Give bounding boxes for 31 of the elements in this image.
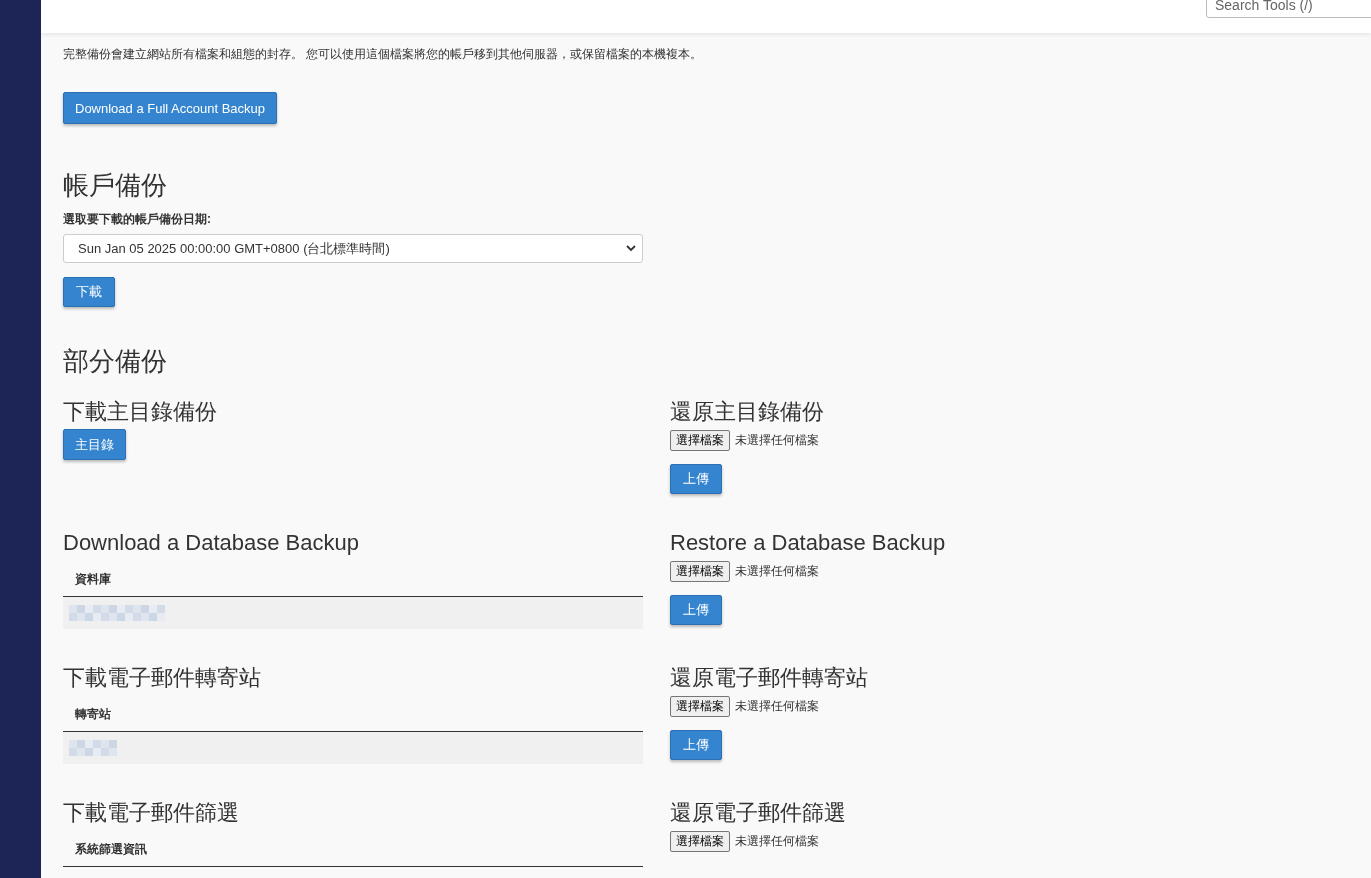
upload-button[interactable]: 上傳	[670, 464, 722, 494]
upload-button[interactable]: 上傳	[670, 730, 722, 760]
section-heading: 帳戶備份	[63, 169, 168, 201]
section-heading: 下載電子郵件篩選	[63, 799, 239, 827]
section-heading: 部分備份	[63, 345, 168, 377]
upload-button[interactable]: 上傳	[670, 595, 722, 625]
date-select[interactable]: Sun Jan 05 2025 00:00:00 GMT+0800 (台北標準時間)	[63, 234, 643, 263]
choose-file-button[interactable]: 選擇檔案	[670, 430, 730, 451]
field-label: 選取要下載的帳戶備份日期:	[63, 211, 212, 228]
download-button[interactable]: 下載	[63, 277, 115, 307]
no-file-text: 未選擇任何檔案	[735, 833, 819, 850]
column-header: 系統篩選資訊	[63, 830, 643, 867]
chevron-down-icon	[626, 245, 636, 252]
section-heading: 還原電子郵件篩選	[670, 799, 846, 827]
no-file-text: 未選擇任何檔案	[735, 563, 819, 580]
section-heading: 還原電子郵件轉寄站	[670, 664, 868, 692]
search-field[interactable]: Search Tools (/)	[1206, 0, 1371, 18]
section-heading: 下載電子郵件轉寄站	[63, 664, 261, 692]
section-heading: 還原主目錄備份	[670, 398, 824, 426]
section-heading: 下載主目錄備份	[63, 398, 217, 426]
no-file-text: 未選擇任何檔案	[735, 432, 819, 449]
choose-file-button[interactable]: 選擇檔案	[670, 561, 730, 582]
section-heading: Download a Database Backup	[63, 529, 359, 557]
full-backup-button[interactable]: Download a Full Account Backup	[63, 92, 278, 124]
choose-file-button[interactable]: 選擇檔案	[670, 831, 730, 852]
pixelated-text	[69, 740, 117, 756]
description-text: 完整備份會建立網站所有檔案和組態的封存。 您可以使用這個檔案將您的帳戶移到其他伺服器，或保留檔案的本機複本。	[63, 47, 704, 61]
section-heading: Restore a Database Backup	[670, 529, 946, 557]
home-directory-button[interactable]: 主目錄	[63, 429, 126, 460]
no-file-text: 未選擇任何檔案	[735, 698, 819, 715]
choose-file-button[interactable]: 選擇檔案	[670, 696, 730, 717]
